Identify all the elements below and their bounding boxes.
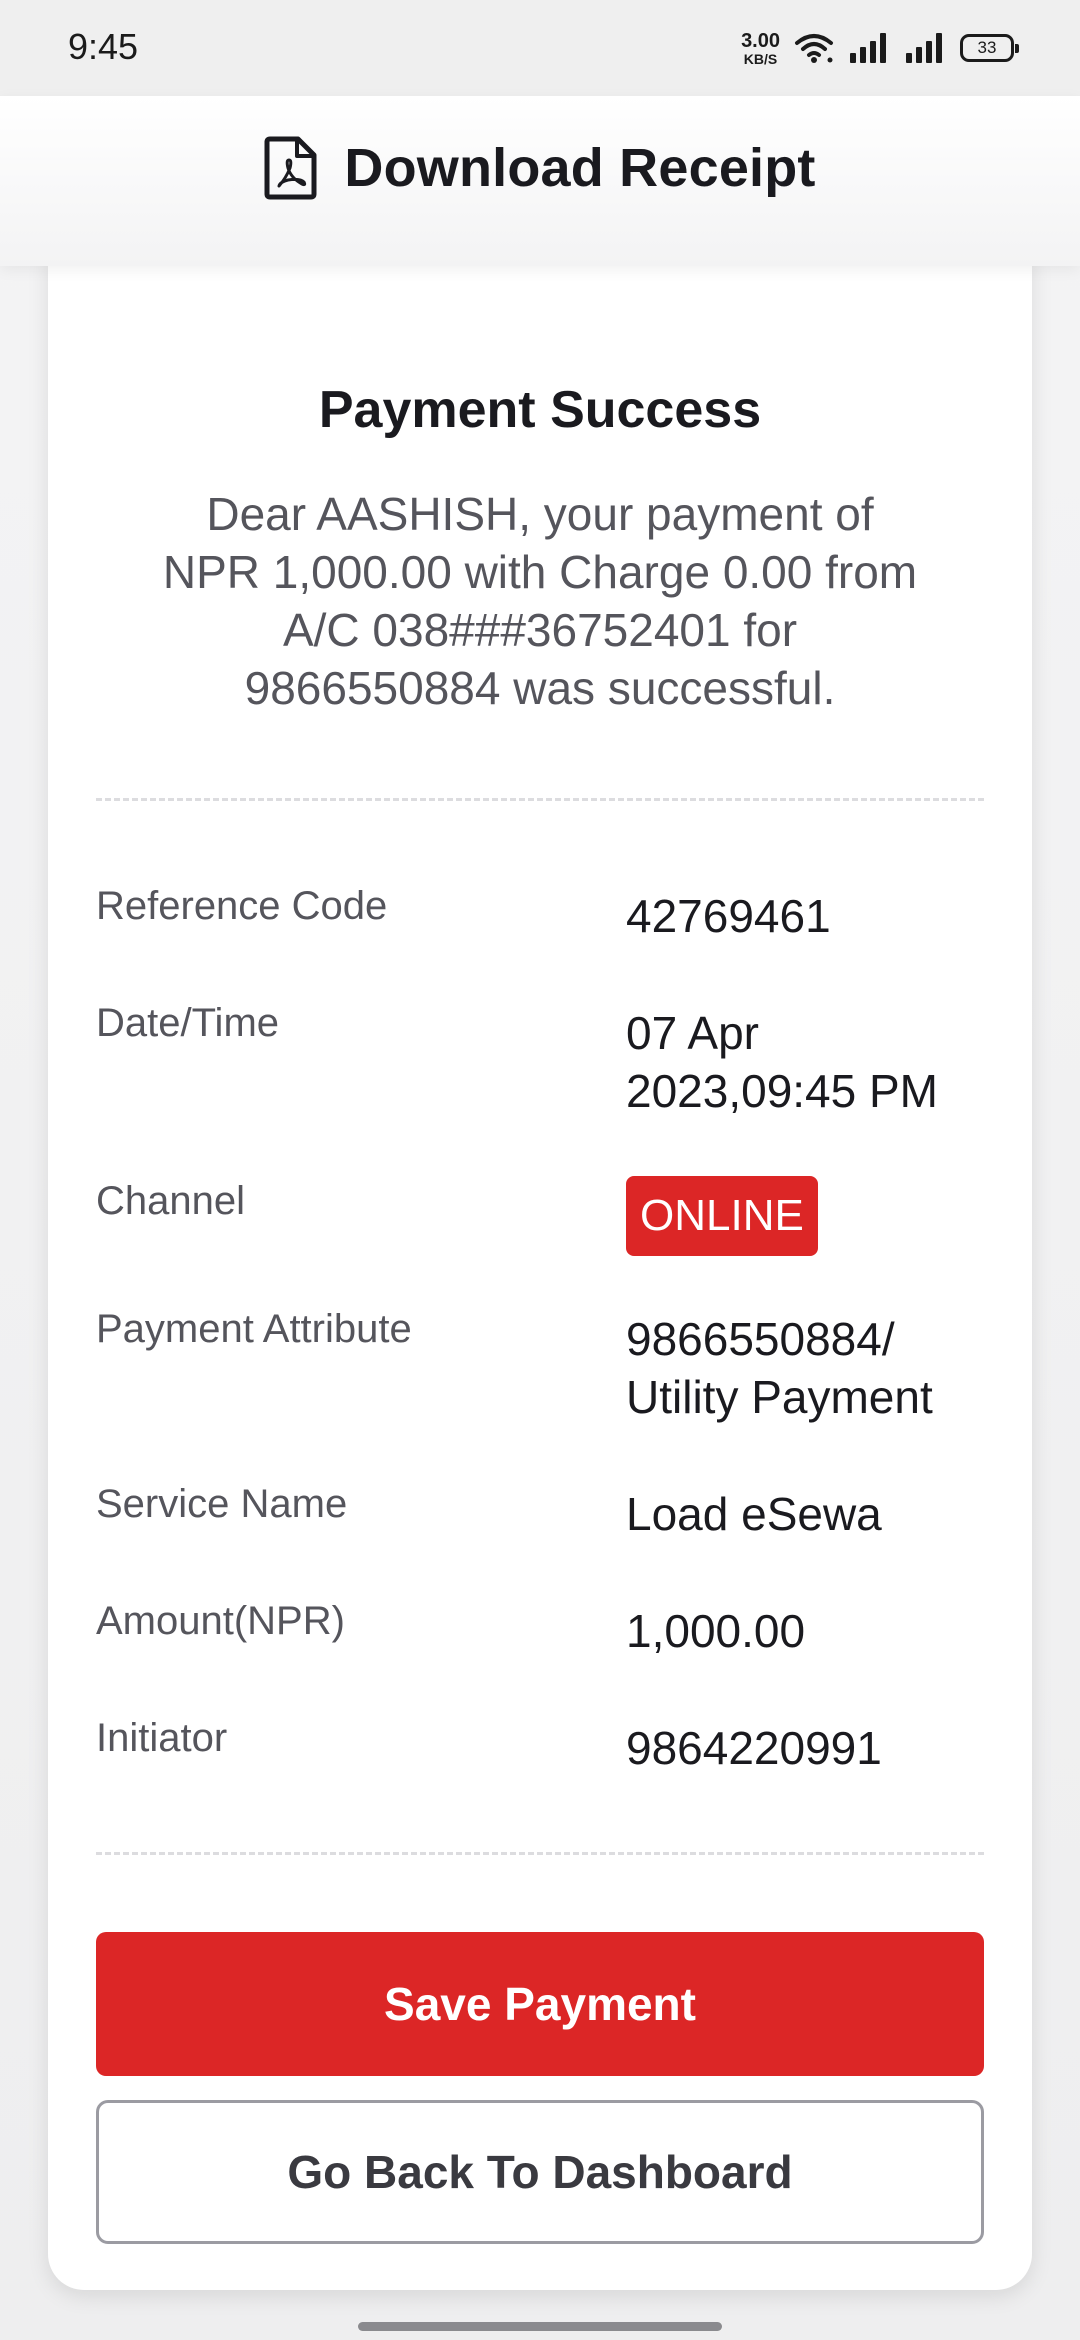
- app-header: Download Receipt: [0, 96, 1080, 266]
- detail-value: 9864220991: [626, 1722, 882, 1774]
- pdf-file-icon[interactable]: [264, 136, 318, 200]
- attribute-line-1: 9866550884/: [626, 1313, 895, 1365]
- detail-value: Load eSewa: [626, 1488, 882, 1540]
- network-speed-unit: KB/S: [743, 50, 778, 67]
- detail-label: Amount(NPR): [96, 1599, 345, 1643]
- detail-label: Channel: [96, 1179, 246, 1223]
- detail-value: 9866550884/ Utility Payment: [626, 1310, 996, 1426]
- payment-message: Dear AASHISH, your payment of NPR 1,000.…: [162, 488, 918, 714]
- divider-top: [96, 798, 984, 801]
- header-title: Download Receipt: [344, 138, 816, 198]
- network-speed-value: 3.00: [741, 29, 780, 52]
- divider-bottom: [96, 1852, 984, 1855]
- battery-icon: 33: [960, 34, 1019, 62]
- attribute-line-2: Utility Payment: [626, 1371, 933, 1423]
- signal-icon: [850, 33, 886, 63]
- detail-label: Date/Time: [96, 1001, 280, 1045]
- signal-icon-2: [906, 33, 942, 63]
- channel-badge: ONLINE: [626, 1176, 818, 1256]
- detail-value: 1,000.00: [626, 1605, 806, 1657]
- detail-value: 42769461: [626, 890, 831, 942]
- screen: 9:45 3.00 KB/S 33 Download Receipt Payme…: [0, 0, 1080, 2340]
- detail-label: Payment Attribute: [96, 1307, 412, 1351]
- network-speed: 3.00 KB/S: [741, 31, 780, 66]
- status-time: 9:45: [68, 26, 139, 67]
- status-bar: 9:45 3.00 KB/S 33: [0, 0, 1080, 96]
- battery-level: 33: [977, 38, 997, 57]
- back-to-dashboard-button[interactable]: Go Back To Dashboard: [96, 2100, 984, 2244]
- detail-value: 07 Apr 2023,09:45 PM: [626, 1004, 996, 1120]
- date-line: 07 Apr: [626, 1007, 759, 1059]
- payment-status-title: Payment Success: [318, 381, 762, 439]
- save-payment-button[interactable]: Save Payment: [96, 1932, 984, 2076]
- header-content[interactable]: Download Receipt: [0, 136, 1080, 200]
- receipt-card: Payment Success Dear AASHISH, your payme…: [48, 250, 1032, 2290]
- time-line: 2023,09:45 PM: [626, 1065, 939, 1117]
- status-icons: 3.00 KB/S 33: [741, 26, 1019, 70]
- detail-label: Service Name: [96, 1482, 348, 1526]
- detail-label: Reference Code: [96, 884, 388, 928]
- wifi-icon: [795, 34, 833, 63]
- detail-label: Initiator: [96, 1716, 228, 1760]
- home-indicator[interactable]: [358, 2322, 722, 2331]
